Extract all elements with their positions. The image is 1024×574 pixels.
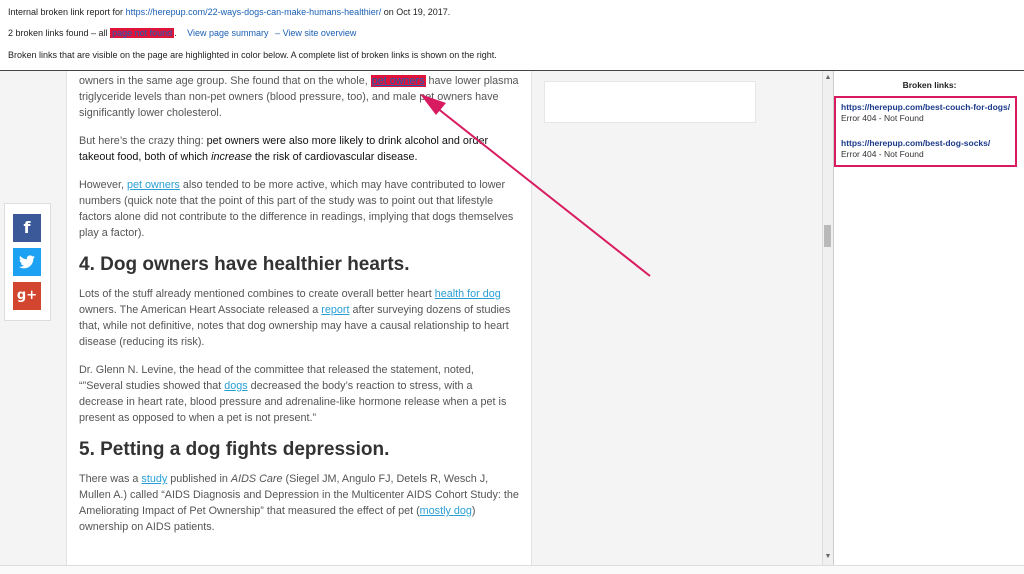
report-date: on Oct 19, 2017.: [383, 7, 451, 17]
paragraph-3: However, pet owners also tended to be mo…: [79, 177, 519, 241]
google-plus-share-button[interactable]: g+: [13, 282, 41, 310]
link-report[interactable]: report: [321, 304, 349, 316]
broken-links-title: Broken links:: [902, 80, 957, 90]
preview-scrollbar[interactable]: ▲ ▼: [822, 71, 833, 565]
view-site-overview-link[interactable]: – View site overview: [275, 28, 356, 38]
sidebar-widget-box: [544, 81, 756, 123]
broken-link-error: Error 404 - Not Found: [841, 149, 924, 159]
report-found-count: 2 broken links found – all: [8, 28, 108, 38]
google-plus-icon: g+: [16, 288, 38, 303]
facebook-icon: f: [23, 218, 31, 237]
heading-petting-depression: 5. Petting a dog fights depression.: [79, 439, 390, 460]
link-pet-owners[interactable]: pet owners: [127, 179, 180, 191]
p6-text-b: published in: [170, 473, 228, 485]
article-body: owners in the same age group. She found …: [79, 73, 519, 547]
p2-text-end: the risk of cardiovascular disease.: [254, 151, 418, 163]
report-found-end: .: [174, 28, 177, 38]
broken-links-list: https://herepup.com/best-couch-for-dogs/…: [834, 96, 1017, 167]
p2-text-italic: increase: [211, 151, 252, 163]
twitter-share-button[interactable]: [13, 248, 41, 276]
p4-text-b: owners. The American Heart Associate rel…: [79, 304, 319, 316]
paragraph-5: Dr. Glenn N. Levine, the head of the com…: [79, 362, 519, 426]
paragraph-2: But here’s the crazy thing: pet owners w…: [79, 133, 519, 165]
paragraph-1: owners in the same age group. She found …: [79, 73, 519, 121]
p6-text-a: There was a: [79, 473, 139, 485]
p1-text-a: owners in the same age group. She found …: [79, 75, 368, 87]
p4-text-a: Lots of the stuff already mentioned comb…: [79, 288, 432, 300]
p3-text-a: However,: [79, 179, 125, 191]
scrollbar-thumb[interactable]: [824, 225, 831, 247]
paragraph-4: Lots of the stuff already mentioned comb…: [79, 286, 519, 350]
broken-link-entry: https://herepup.com/best-couch-for-dogs/…: [841, 102, 1010, 124]
report-page-url[interactable]: https://herepup.com/22-ways-dogs-can-mak…: [126, 7, 382, 17]
link-health-for-dog[interactable]: health for dog: [435, 288, 501, 300]
link-mostly-dog[interactable]: mostly dog: [420, 505, 472, 517]
article-column: owners in the same age group. She found …: [66, 71, 532, 565]
report-title-line: Internal broken link report for https://…: [8, 7, 450, 17]
broken-link-pet-owners[interactable]: pet owners: [370, 75, 426, 87]
broken-link-url[interactable]: https://herepup.com/best-couch-for-dogs/: [841, 102, 1010, 112]
social-share-bar: f g+: [4, 203, 51, 321]
p2-text-a: But here’s the crazy thing:: [79, 135, 204, 147]
report-header: Internal broken link report for https://…: [0, 0, 1024, 71]
broken-link-error: Error 404 - Not Found: [841, 113, 924, 123]
broken-link-url[interactable]: https://herepup.com/best-dog-socks/: [841, 138, 990, 148]
heading-dog-owners-hearts: 4. Dog owners have healthier hearts.: [79, 254, 410, 275]
broken-links-panel: Broken links: https://herepup.com/best-c…: [833, 71, 1024, 565]
p6-journal: AIDS Care: [230, 473, 283, 485]
status-highlight-badge: page not found: [110, 28, 175, 38]
report-summary-line: 2 broken links found – all page not foun…: [8, 28, 356, 38]
scroll-down-arrow-icon[interactable]: ▼: [824, 553, 832, 560]
scroll-up-arrow-icon[interactable]: ▲: [824, 74, 832, 81]
twitter-icon: [19, 255, 35, 269]
paragraph-6: There was a study published in AIDS Care…: [79, 471, 519, 535]
page-preview-frame[interactable]: f g+ owners in the same age group. She f…: [0, 71, 832, 565]
facebook-share-button[interactable]: f: [13, 214, 41, 242]
link-dogs[interactable]: dogs: [224, 380, 247, 392]
report-intro: Internal broken link report for: [8, 7, 124, 17]
broken-link-entry: https://herepup.com/best-dog-socks/ Erro…: [841, 138, 990, 160]
link-study[interactable]: study: [141, 473, 167, 485]
report-note: Broken links that are visible on the pag…: [8, 50, 497, 60]
view-page-summary-link[interactable]: View page summary: [187, 28, 268, 38]
